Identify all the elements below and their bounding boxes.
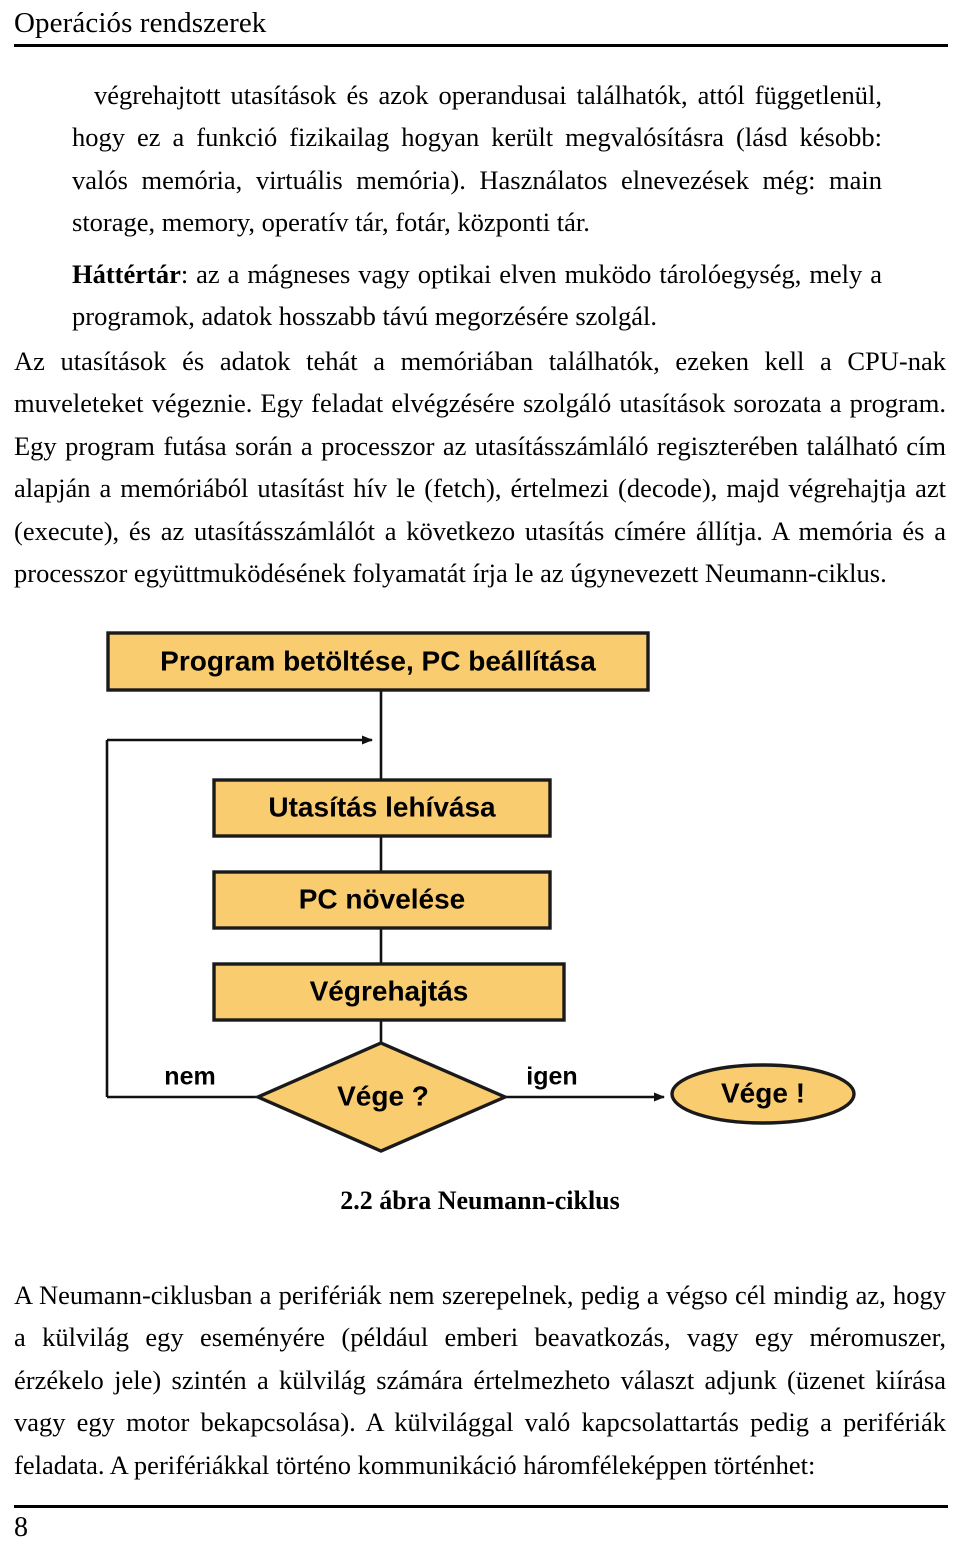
text-block-peripherals: A Neumann-ciklusban a perifériák nem sze…	[14, 1274, 946, 1486]
flow-node-decision: Vége ?	[253, 1041, 510, 1153]
execute-box	[212, 962, 566, 1022]
fetch-label: Utasítás lehívása	[268, 791, 496, 822]
header-title: Operációs rendszerek	[14, 7, 267, 39]
text-block-memory: végrehajtott utasítások és azok operandu…	[72, 74, 882, 337]
flow-node-end: Vége !	[670, 1063, 856, 1125]
text-block-instructions: Az utasítások és adatok tehát a memóriáb…	[14, 340, 946, 594]
end-label: Vége !	[721, 1077, 805, 1108]
footer-divider	[14, 1505, 948, 1508]
figure-caption: 2.2 ábra Neumann-ciklus	[340, 1186, 620, 1215]
paragraph-hattertar: Háttértár: az a mágneses vagy optikai el…	[72, 253, 882, 338]
edge-label-no: nem	[164, 1063, 215, 1091]
decision-label: Vége ?	[337, 1080, 429, 1111]
decision-diamond	[253, 1041, 510, 1153]
end-ellipse	[670, 1063, 856, 1125]
fetch-box	[212, 778, 552, 838]
increment-pc-box	[212, 870, 552, 930]
load-program-box	[106, 631, 650, 692]
paragraph-utasitasok: Az utasítások és adatok tehát a memóriáb…	[14, 346, 946, 589]
hattertar-term: Háttértár	[72, 258, 181, 289]
flow-connectors	[105, 690, 665, 1102]
header-divider	[14, 44, 948, 47]
increment-pc-label: PC növelése	[299, 883, 466, 914]
execute-label: Végrehajtás	[310, 975, 469, 1006]
hattertar-definition: : az a mágneses vagy optikai elven muköd…	[72, 258, 882, 332]
flow-node-load-program: Program betöltése, PC beállítása	[106, 631, 650, 692]
flow-node-execute: Végrehajtás	[212, 962, 566, 1022]
paragraph-memoria: végrehajtott utasítások és azok operandu…	[72, 80, 882, 238]
paragraph-periferiak: A Neumann-ciklusban a perifériák nem sze…	[14, 1280, 946, 1480]
flow-node-increment-pc: PC növelése	[212, 870, 552, 930]
page-header: Operációs rendszerek	[14, 6, 946, 40]
edge-label-yes: igen	[526, 1063, 577, 1091]
load-program-label: Program betöltése, PC beállítása	[160, 645, 596, 676]
page-number: 8	[14, 1512, 28, 1543]
flow-node-fetch: Utasítás lehívása	[212, 778, 552, 838]
